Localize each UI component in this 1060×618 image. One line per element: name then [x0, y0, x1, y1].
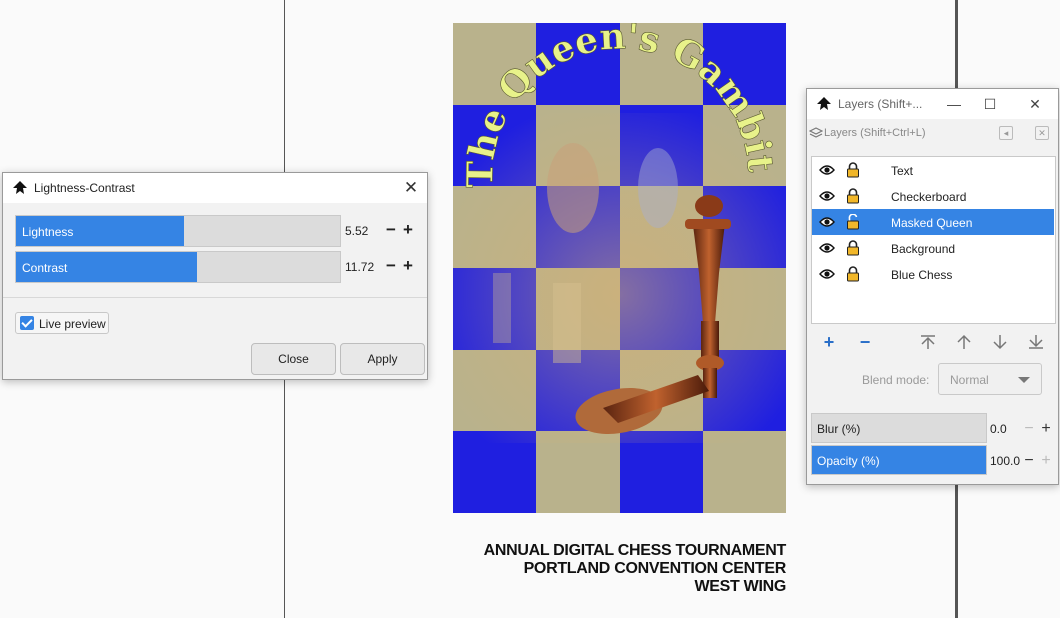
layer-name: Text — [891, 164, 914, 178]
lightness-increment-button[interactable]: + — [400, 219, 416, 241]
divider — [3, 297, 427, 298]
visibility-eye-icon[interactable] — [819, 216, 835, 228]
layers-tab-header: Layers (Shift+Ctrl+L) ◂ ✕ — [807, 119, 1058, 147]
contrast-value[interactable]: 11.72 — [345, 260, 374, 274]
dialog-title: Lightness-Contrast — [34, 181, 135, 195]
maximize-icon[interactable]: ☐ — [980, 95, 1000, 113]
lightness-value[interactable]: 5.52 — [345, 224, 368, 238]
add-layer-button[interactable]: + — [819, 332, 839, 352]
checkbox-check-icon — [20, 316, 34, 330]
layer-row-text[interactable]: Text — [812, 157, 1054, 183]
blur-value[interactable]: 0.0 — [990, 422, 1007, 436]
lightness-row: Lightness 5.52 − + — [15, 215, 417, 247]
layer-row-background[interactable]: Background — [812, 235, 1054, 261]
layer-name: Masked Queen — [891, 216, 973, 230]
layers-tab-title: Layers (Shift+Ctrl+L) — [824, 127, 926, 139]
live-preview-checkbox[interactable]: Live preview — [15, 312, 109, 334]
lower-to-bottom-icon[interactable] — [1026, 332, 1046, 352]
opacity-slider[interactable]: Opacity (%) — [811, 445, 987, 475]
layer-name: Background — [891, 242, 956, 256]
layer-row-blue-chess[interactable]: Blue Chess — [812, 261, 1054, 287]
blur-label: Blur (%) — [817, 422, 861, 436]
visibility-eye-icon[interactable] — [819, 268, 835, 280]
caption-line-1: ANNUAL DIGITAL CHESS TOURNAMENT — [483, 542, 787, 559]
visibility-eye-icon[interactable] — [819, 242, 835, 254]
contrast-slider[interactable]: Contrast — [15, 251, 341, 283]
blend-mode-label: Blend mode: — [862, 373, 930, 387]
opacity-label: Opacity (%) — [817, 454, 880, 468]
caption-line-3: WEST WING — [694, 578, 786, 595]
dock-icon[interactable]: ◂ — [999, 126, 1013, 140]
unlock-icon[interactable] — [846, 214, 860, 230]
checkerboard — [453, 23, 786, 513]
opacity-increment-button[interactable]: + — [1039, 453, 1053, 469]
blend-mode-value: Normal — [950, 373, 989, 387]
close-icon[interactable]: ✕ — [401, 178, 421, 198]
lock-icon[interactable] — [846, 266, 860, 282]
chevron-down-icon — [1018, 377, 1030, 383]
blur-increment-button[interactable]: + — [1039, 421, 1053, 437]
contrast-decrement-button[interactable]: − — [383, 255, 399, 277]
poster-artwork: The Queen's Gambit — [453, 23, 786, 513]
layers-titlebar[interactable]: Layers (Shift+... — ☐ ✕ — [807, 89, 1058, 119]
apply-button[interactable]: Apply — [340, 343, 425, 375]
raise-to-top-icon[interactable] — [918, 332, 938, 352]
layers-window-title: Layers (Shift+... — [838, 97, 923, 111]
layer-row-checkerboard[interactable]: Checkerboard — [812, 183, 1054, 209]
visibility-eye-icon[interactable] — [819, 164, 835, 176]
layer-row-masked-queen[interactable]: Masked Queen — [812, 209, 1054, 235]
tab-close-icon[interactable]: ✕ — [1035, 126, 1049, 140]
remove-layer-button[interactable]: − — [855, 332, 875, 352]
layers-window: Layers (Shift+... — ☐ ✕ Layers (Shift+Ct… — [806, 88, 1059, 485]
layers-list: Text Checkerboard Masked Queen Backgroun… — [811, 156, 1056, 324]
contrast-increment-button[interactable]: + — [400, 255, 416, 277]
lightness-slider[interactable]: Lightness — [15, 215, 341, 247]
visibility-eye-icon[interactable] — [819, 190, 835, 202]
minimize-icon[interactable]: — — [944, 95, 964, 113]
contrast-row: Contrast 11.72 − + — [15, 251, 417, 283]
lock-icon[interactable] — [846, 240, 860, 256]
blur-slider[interactable]: Blur (%) — [811, 413, 987, 443]
lightness-label: Lightness — [22, 225, 74, 239]
blend-mode-select[interactable]: Normal — [938, 363, 1042, 395]
raise-icon[interactable] — [954, 332, 974, 352]
layer-name: Checkerboard — [891, 190, 967, 204]
blur-decrement-button[interactable]: − — [1022, 421, 1036, 437]
layers-icon — [809, 127, 823, 138]
close-button[interactable]: Close — [251, 343, 336, 375]
dialog-titlebar[interactable]: Lightness-Contrast ✕ — [3, 173, 427, 203]
inkscape-icon — [13, 181, 27, 194]
lightness-contrast-dialog: Lightness-Contrast ✕ Lightness 5.52 − + … — [2, 172, 428, 380]
opacity-decrement-button[interactable]: − — [1022, 453, 1036, 469]
poster-caption: ANNUAL DIGITAL CHESS TOURNAMENT PORTLAND… — [453, 542, 787, 596]
lock-icon[interactable] — [846, 188, 860, 204]
layer-name: Blue Chess — [891, 268, 953, 282]
live-preview-label: Live preview — [39, 317, 106, 331]
lock-icon[interactable] — [846, 162, 860, 178]
close-icon[interactable]: ✕ — [1025, 95, 1045, 113]
lightness-decrement-button[interactable]: − — [383, 219, 399, 241]
contrast-label: Contrast — [22, 261, 68, 275]
opacity-value[interactable]: 100.0 — [990, 454, 1020, 468]
caption-line-2: PORTLAND CONVENTION CENTER — [523, 560, 787, 577]
lower-icon[interactable] — [990, 332, 1010, 352]
inkscape-icon — [817, 97, 831, 110]
